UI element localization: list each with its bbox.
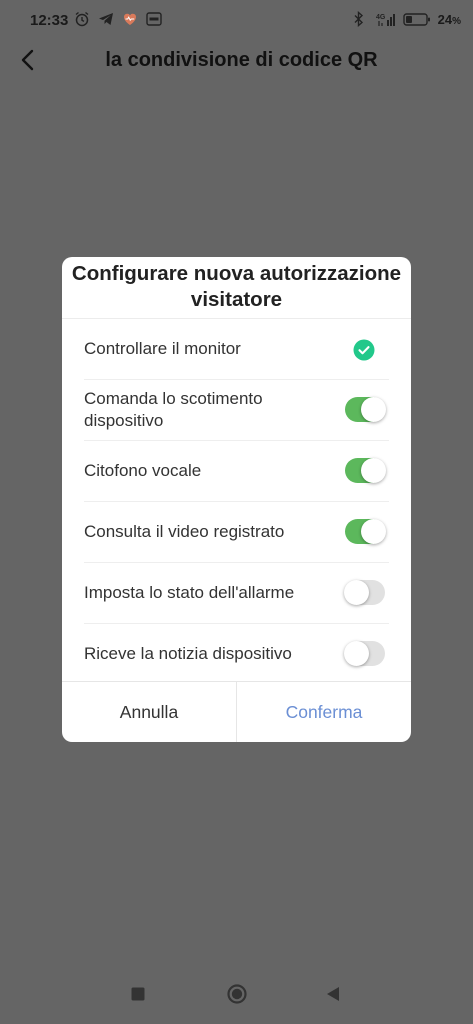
- nav-back-button[interactable]: [321, 984, 345, 1008]
- toggle-knob: [361, 397, 386, 422]
- svg-text:4G: 4G: [376, 14, 386, 21]
- toggle-switch[interactable]: [344, 580, 385, 605]
- cancel-button[interactable]: Annulla: [62, 682, 237, 742]
- page-title: la condivisione di codice QR: [105, 49, 378, 71]
- option-label: Controllare il monitor: [84, 339, 241, 358]
- option-voice-intercom: Citofono vocale: [84, 441, 389, 502]
- dialog-title: Configurare nuova autorizzazione visitat…: [62, 257, 411, 321]
- visitor-authorization-dialog: Configurare nuova autorizzazione visitat…: [62, 257, 411, 742]
- check-circle-icon[interactable]: [353, 339, 375, 361]
- option-monitor[interactable]: Controllare il monitor: [84, 319, 389, 380]
- status-bar: 12:33 4G 24%: [0, 0, 473, 40]
- system-navigation-bar: [0, 966, 473, 1024]
- back-triangle-icon: [325, 985, 341, 1008]
- alarm-icon: [74, 11, 90, 27]
- toggle-knob: [344, 580, 369, 605]
- battery-percent: 24%: [437, 11, 461, 27]
- network-4g-icon: 4G: [376, 11, 396, 27]
- option-label: Imposta lo stato dell'allarme: [84, 583, 295, 602]
- bluetooth-icon: [353, 10, 369, 28]
- toggle-knob: [344, 641, 369, 666]
- recent-apps-button[interactable]: [126, 984, 150, 1008]
- toggle-knob: [361, 519, 386, 544]
- toggle-switch[interactable]: [345, 458, 386, 483]
- dialog-title-line-2: visitatore: [190, 288, 283, 311]
- option-label: Comanda lo scotimento dispositivo: [84, 389, 263, 430]
- toggle-switch[interactable]: [344, 641, 385, 666]
- recent-apps-icon: [130, 986, 146, 1007]
- option-label: Consulta il video registrato: [84, 522, 285, 541]
- toggle-knob: [361, 458, 386, 483]
- home-button[interactable]: [225, 983, 249, 1010]
- heart-icon: [122, 11, 138, 27]
- status-system-icons: 4G 24%: [353, 10, 461, 28]
- dialog-title-line-1: Configurare nuova autorizzazione: [71, 262, 402, 285]
- home-icon: [226, 983, 248, 1010]
- dialog-actions: Annulla Conferma: [62, 681, 411, 742]
- status-notification-icons: [74, 11, 162, 27]
- toggle-switch[interactable]: [345, 397, 386, 422]
- permission-options-list: Controllare il monitor Comanda lo scotim…: [62, 318, 411, 684]
- option-recorded-video: Consulta il video registrato: [84, 502, 389, 563]
- app-header: la condivisione di codice QR: [0, 40, 473, 84]
- confirm-button[interactable]: Conferma: [237, 682, 411, 742]
- option-label: Riceve la notizia dispositivo: [84, 644, 292, 663]
- toggle-switch[interactable]: [345, 519, 386, 544]
- option-label: Citofono vocale: [84, 461, 202, 480]
- option-alarm-state: Imposta lo stato dell'allarme: [84, 563, 389, 624]
- option-device-shake: Comanda lo scotimento dispositivo: [84, 380, 389, 441]
- option-device-news: Riceve la notizia dispositivo: [84, 624, 389, 684]
- telegram-icon: [98, 11, 114, 27]
- battery-icon: [402, 11, 431, 27]
- app-badge-icon: [146, 11, 162, 27]
- status-time: 12:33: [30, 12, 69, 29]
